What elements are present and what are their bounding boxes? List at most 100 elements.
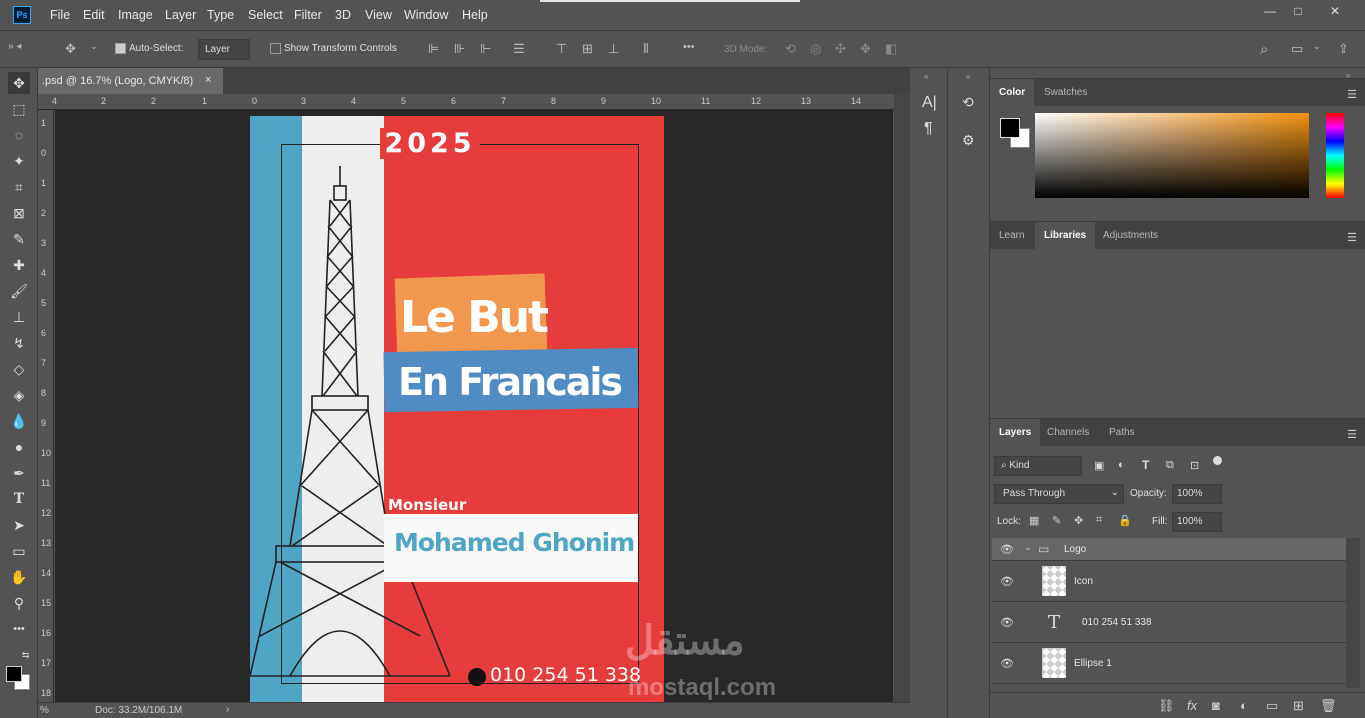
share-icon[interactable]: ⇪ (1338, 41, 1349, 57)
tab-swatches[interactable]: Swatches (1035, 79, 1096, 107)
zoom-tool[interactable]: ⚲ (8, 592, 30, 614)
filter-toggle-icon[interactable] (1213, 456, 1222, 465)
collapse-arrows-icon[interactable]: « (966, 72, 970, 81)
history-panel-icon[interactable]: ⟲ (962, 94, 974, 111)
edit-toolbar-icon[interactable]: ••• (8, 618, 30, 640)
move-tool-preset-icon[interactable]: ✥ (65, 41, 76, 57)
history-brush-tool[interactable]: ↯ (8, 332, 30, 354)
menu-select[interactable]: Select (248, 8, 283, 22)
swap-colors-icon[interactable]: ⇆ (22, 650, 30, 661)
lasso-tool[interactable]: ◌ (8, 124, 30, 146)
fill-input[interactable]: 100% (1172, 512, 1222, 532)
brush-tool[interactable]: 🖌 (8, 280, 30, 302)
filter-type-icon[interactable]: T (1142, 458, 1149, 472)
filter-kind-select[interactable]: ⌕ Kind (994, 456, 1082, 476)
hue-slider[interactable] (1326, 113, 1344, 198)
properties-panel-icon[interactable]: ⚙ (962, 132, 975, 149)
path-selection-tool[interactable]: ➤ (8, 514, 30, 536)
collapse-arrows-icon[interactable]: « (924, 72, 928, 81)
layer-row[interactable]: 👁 Ellipse 1 (992, 643, 1346, 684)
menu-window[interactable]: Window (404, 8, 448, 22)
color-picker-field[interactable] (1035, 113, 1309, 198)
hand-tool[interactable]: ✋ (8, 566, 30, 588)
menu-3d[interactable]: 3D (335, 8, 351, 22)
align-center-icon[interactable]: ⊪ (454, 41, 465, 57)
move-tool[interactable]: ✥ (8, 72, 30, 94)
workspace-chevron-icon[interactable]: ⌄ (1313, 41, 1321, 52)
character-panel-icon[interactable]: A| (922, 94, 937, 112)
minimize-button[interactable]: — (1258, 4, 1282, 20)
3d-roll-icon[interactable]: ◎ (810, 41, 821, 57)
menu-image[interactable]: Image (118, 8, 153, 22)
eraser-tool[interactable]: ◇ (8, 358, 30, 380)
lock-position-icon[interactable]: ✥ (1074, 514, 1083, 527)
layer-row-group[interactable]: 👁 ⌄ ▭ Logo (992, 538, 1346, 561)
libraries-panel-menu-icon[interactable]: ☰ (1347, 231, 1357, 244)
healing-brush-tool[interactable]: ✚ (8, 254, 30, 276)
eye-icon[interactable]: 👁 (1000, 657, 1014, 670)
chevron-down-icon[interactable]: ⌄ (1024, 542, 1032, 553)
workspace-icon[interactable]: ▭ (1291, 41, 1303, 57)
eyedropper-tool[interactable]: ✎ (8, 228, 30, 250)
show-transform-checkbox[interactable] (270, 43, 281, 54)
align-left-icon[interactable]: ⊫ (428, 41, 439, 57)
align-top-icon[interactable]: ⊤ (556, 41, 567, 57)
crop-tool[interactable]: ⌗ (8, 176, 30, 198)
new-layer-icon[interactable]: ⊞ (1293, 698, 1304, 714)
3d-slide-icon[interactable]: ✥ (860, 41, 871, 57)
frame-tool[interactable]: ⊠ (8, 202, 30, 224)
adjustment-layer-icon[interactable]: ◐ (1240, 698, 1248, 713)
foreground-color-swatch[interactable] (6, 666, 22, 682)
align-right-icon[interactable]: ⊩ (480, 41, 491, 57)
tab-adjustments[interactable]: Adjustments (1094, 222, 1167, 250)
link-layers-icon[interactable]: ⛓ (1158, 698, 1175, 714)
close-tab-icon[interactable]: × (205, 74, 211, 86)
lock-artboard-icon[interactable]: ⌗ (1096, 514, 1102, 527)
paragraph-panel-icon[interactable]: ¶ (924, 120, 933, 138)
zoom-status[interactable]: % (40, 705, 49, 716)
filter-adjustment-icon[interactable]: ◐ (1118, 459, 1125, 471)
chevron-down-icon[interactable]: ⌄ (90, 41, 98, 52)
eye-icon[interactable]: 👁 (1000, 543, 1014, 556)
eye-icon[interactable]: 👁 (1000, 616, 1014, 629)
tab-libraries[interactable]: Libraries (1035, 222, 1096, 250)
collapse-icon[interactable]: » ◂ (8, 41, 21, 52)
layers-scrollbar[interactable] (1346, 538, 1360, 688)
menu-layer[interactable]: Layer (165, 8, 196, 22)
tab-color[interactable]: Color (990, 79, 1035, 107)
blend-mode-select[interactable]: Pass Through ⌄ (994, 484, 1124, 504)
clone-stamp-tool[interactable]: ⊥ (8, 306, 30, 328)
filter-shape-icon[interactable]: ⧉ (1166, 459, 1174, 472)
dodge-tool[interactable]: ● (8, 436, 30, 458)
color-panel-menu-icon[interactable]: ☰ (1347, 88, 1357, 101)
auto-select-checkbox[interactable] (115, 43, 126, 54)
opacity-input[interactable]: 100% (1172, 484, 1222, 504)
more-options-icon[interactable]: ••• (683, 41, 695, 53)
filter-smart-object-icon[interactable]: ⊡ (1190, 459, 1199, 472)
auto-select-target-select[interactable]: Layer (198, 39, 250, 60)
maximize-button[interactable]: □ (1286, 4, 1310, 20)
pen-tool[interactable]: ✒ (8, 462, 30, 484)
document-tab[interactable]: .psd @ 16.7% (Logo, CMYK/8) × (38, 68, 223, 94)
menu-view[interactable]: View (365, 8, 392, 22)
paint-bucket-tool[interactable]: ◈ (8, 384, 30, 406)
search-icon[interactable]: ⌕ (1260, 41, 1268, 58)
layer-style-icon[interactable]: fx (1187, 698, 1197, 713)
menu-edit[interactable]: Edit (83, 8, 105, 22)
close-window-button[interactable]: ✕ (1323, 4, 1347, 20)
marquee-tool[interactable]: ⬚ (8, 98, 30, 120)
tab-learn[interactable]: Learn (990, 222, 1034, 250)
add-mask-icon[interactable]: ◙ (1212, 698, 1220, 713)
layers-panel-menu-icon[interactable]: ☰ (1347, 428, 1357, 441)
delete-layer-icon[interactable]: 🗑 (1320, 698, 1337, 714)
tab-paths[interactable]: Paths (1100, 419, 1144, 447)
canvas-vertical-scrollbar[interactable] (894, 94, 910, 702)
3d-pan-icon[interactable]: ✣ (835, 41, 846, 57)
menu-type[interactable]: Type (207, 8, 234, 22)
type-tool[interactable]: T (8, 488, 30, 510)
lock-pixels-icon[interactable]: ✎ (1052, 514, 1061, 527)
lock-transparent-icon[interactable]: ▦ (1029, 514, 1039, 527)
menu-help[interactable]: Help (462, 8, 488, 22)
color-panel-foreground[interactable] (1000, 118, 1020, 138)
distribute-vertical-icon[interactable]: ⦀ (643, 41, 649, 57)
